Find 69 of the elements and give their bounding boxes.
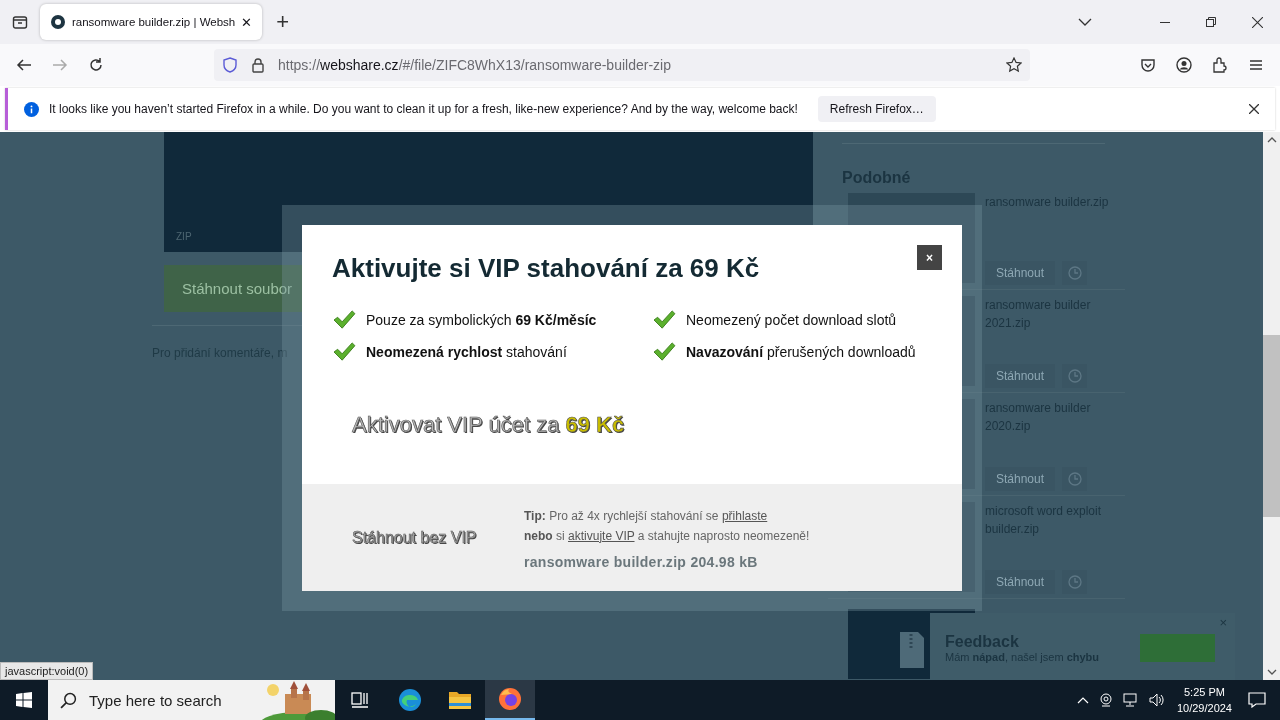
star-icon[interactable] (1006, 57, 1022, 73)
tip-link[interactable]: aktivujte VIP (568, 528, 635, 543)
file-type-label: ZIP (176, 231, 192, 242)
webcam-icon[interactable] (1098, 693, 1113, 707)
menu-icon[interactable] (1248, 57, 1264, 73)
address-bar[interactable]: https://webshare.cz/#/file/ZIFC8WhX13/ransomware-builder-zip (214, 49, 1030, 81)
url-text: https://webshare.cz/#/file/ZIFC8WhX13/ransomware-builder-zip (278, 57, 671, 73)
close-icon[interactable] (1249, 104, 1259, 114)
network-icon[interactable] (1122, 693, 1139, 707)
dialog-title: Aktivujte si VIP stahování za 69 Kč (332, 253, 760, 284)
feature-text: Pouze za symbolických 69 Kč/měsíc (366, 312, 597, 328)
pocket-icon[interactable] (1140, 57, 1156, 73)
checkmark-icon (652, 342, 676, 362)
tip-text: Tip: Pro až 4x rychlejší stahování se přihlaste nebo si aktivujte VIP a stahujte naprosto neomezeně! (524, 507, 810, 545)
scrollbar[interactable] (1263, 132, 1280, 680)
info-icon (24, 101, 39, 117)
notifications-icon[interactable] (1248, 692, 1266, 708)
clock-icon (1067, 472, 1082, 486)
scroll-down-icon[interactable] (1266, 669, 1277, 675)
download-button[interactable]: Stáhnout (985, 364, 1055, 388)
download-button[interactable]: Stáhnout (985, 261, 1055, 285)
clock-icon (1067, 266, 1082, 280)
extensions-icon[interactable] (1212, 57, 1228, 73)
feature-text: Neomezená rychlost stahování (366, 344, 567, 360)
checkmark-icon (332, 342, 356, 362)
firefox-icon (498, 687, 522, 711)
task-view-icon (350, 690, 370, 710)
feature-text: Neomezený počet download slotů (686, 312, 897, 328)
status-url: javascript:void(0) (0, 662, 94, 680)
tip-link[interactable]: přihlaste (721, 508, 768, 523)
reload-icon[interactable] (88, 57, 104, 73)
browser-tab[interactable]: ransomware builder.zip | Websh ✕ (40, 4, 263, 40)
new-tab-icon[interactable]: + (276, 9, 290, 35)
download-button[interactable]: Stáhnout (985, 570, 1055, 594)
scroll-up-icon[interactable] (1266, 137, 1277, 143)
download-without-vip-button[interactable]: Stáhnout bez VIP (352, 528, 522, 547)
minimize-icon[interactable] (1160, 21, 1170, 23)
close-button[interactable]: × (917, 245, 942, 270)
clock-icon (1067, 369, 1082, 383)
speaker-icon[interactable] (1148, 693, 1165, 707)
download-button[interactable]: Stáhnout (985, 467, 1055, 491)
account-icon[interactable] (1176, 57, 1192, 73)
close-icon[interactable]: × (1219, 615, 1227, 630)
restore-icon[interactable] (1206, 17, 1216, 27)
chevron-up-icon[interactable] (1076, 696, 1089, 704)
chevron-down-icon[interactable] (1078, 18, 1092, 26)
browser-icon (398, 688, 422, 712)
checkmark-icon (652, 310, 676, 330)
checkmark-icon (332, 310, 356, 330)
clock-date[interactable]: 10/29/2024 (1176, 700, 1232, 716)
clock-time[interactable]: 5:25 PM (1184, 684, 1225, 700)
notification-message: It looks like you haven’t started Firefox in a while. Do you want to clean it up for a fresh, like-new experience? And by the way, welcome back! (49, 102, 798, 116)
back-arrow-icon[interactable] (16, 57, 32, 73)
activate-vip-button[interactable]: Aktivovat VIP účet za 69 Kč (352, 412, 625, 438)
refresh-firefox-button[interactable]: Refresh Firefox… (817, 96, 936, 122)
lock-icon[interactable] (250, 57, 266, 73)
shield-icon[interactable] (222, 57, 238, 73)
feature-text: Navazování přerušených downloadů (686, 344, 916, 360)
clock-icon (1067, 575, 1082, 589)
search-icon (60, 691, 77, 709)
close-tab-icon[interactable]: ✕ (241, 14, 253, 30)
zip-file-icon (900, 632, 924, 668)
windows-start-icon[interactable] (16, 692, 32, 708)
taskbar-search-field[interactable]: Type here to search (48, 680, 335, 720)
tab-list-icon[interactable] (12, 14, 28, 30)
forward-arrow-icon (52, 57, 68, 73)
close-icon[interactable] (1252, 16, 1263, 28)
taskbar-app[interactable] (485, 680, 535, 720)
file-info: ransomware builder.zip 204.98 kB (524, 553, 759, 570)
